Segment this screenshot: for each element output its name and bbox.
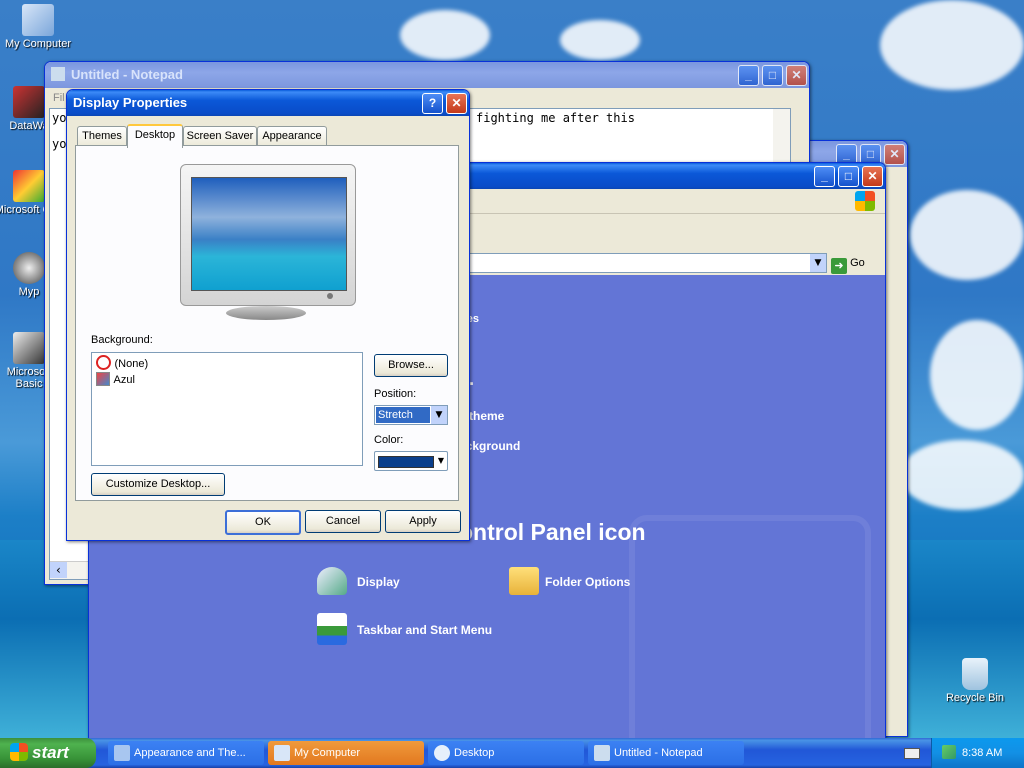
display-properties-dialog[interactable]: Display Properties ? ✕ Themes Desktop Sc… [66,89,470,541]
raccoon-icon [13,252,45,284]
control-panel-icon [114,745,130,761]
taskbar: start Appearance and The... My Computer … [0,738,1024,768]
keyboard-icon[interactable] [904,748,920,759]
maximize-button[interactable]: □ [762,65,783,86]
clock[interactable]: 8:38 AM [962,747,1002,759]
tab-screen-saver[interactable]: Screen Saver [183,126,257,146]
apply-button[interactable]: Apply [385,510,461,533]
cp-item-folder-options[interactable]: Folder Options [509,567,689,597]
notepad-title-bar[interactable]: Untitled - Notepad _ □ ✕ [45,62,809,88]
close-button[interactable]: ✕ [862,166,883,187]
horizontal-scrollbar[interactable]: ‹ [50,561,90,579]
text-line-visible: fighting me after this [476,111,635,125]
app-shortcut-icon [13,86,45,118]
cp-item-display[interactable]: Display [317,567,477,597]
cancel-button[interactable]: Cancel [305,510,381,533]
background-label: Background: [91,334,153,346]
taskbar-icon [317,613,347,645]
scroll-left-arrow-icon[interactable]: ‹ [50,562,67,578]
customize-desktop-button[interactable]: Customize Desktop... [91,473,225,496]
tab-themes[interactable]: Themes [77,126,127,146]
minimize-button[interactable]: _ [814,166,835,187]
minimize-button[interactable]: _ [738,65,759,86]
close-button[interactable]: ✕ [446,93,467,114]
windows-flag-icon [10,743,28,761]
close-button[interactable]: ✕ [786,65,807,86]
wallpaper-preview [191,177,347,291]
folder-icon [509,567,539,595]
no-icon [96,355,111,370]
color-dropdown-icon: ▼ [437,456,444,465]
recycle-bin-icon [962,658,988,690]
browse-button[interactable]: Browse... [374,354,448,377]
list-item[interactable]: Azul [96,372,135,388]
monitor-power-button-icon [327,293,333,299]
dialog-title: Display Properties [73,95,188,110]
cp-item-taskbar-start-menu[interactable]: Taskbar and Start Menu [317,613,537,647]
start-button[interactable]: start [0,738,96,768]
system-tray: 8:38 AM [931,738,1024,768]
windows-logo-icon [855,191,875,211]
position-select[interactable]: Stretch ▼ [374,405,448,425]
tab-appearance[interactable]: Appearance [257,126,327,146]
dialog-title-bar[interactable]: Display Properties ? ✕ [67,90,469,116]
list-item[interactable]: (None) [96,355,148,371]
watermark-icon [629,515,871,738]
computer-icon [274,745,290,761]
window-title: Untitled - Notepad [71,67,183,82]
notepad-app-icon [51,67,65,81]
go-button[interactable]: ➜ Go [831,253,871,274]
network-icon[interactable] [942,745,956,759]
color-label: Color: [374,434,404,446]
monitor-preview [180,164,356,306]
help-button[interactable]: ? [422,93,443,114]
task-my-computer[interactable]: My Computer [268,741,424,765]
task-notepad[interactable]: Untitled - Notepad [588,741,744,765]
go-arrow-icon: ➜ [831,258,847,274]
text-line-2: yo [52,137,67,151]
display-icon [434,745,450,761]
menu-file[interactable]: Fil [53,92,65,104]
visual-cpp-icon [13,170,45,202]
desktop-icon-my-computer[interactable]: My Computer [3,4,73,50]
image-file-icon [96,372,110,386]
color-picker-button[interactable]: ▼ [374,451,448,471]
tab-desktop[interactable]: Desktop [127,124,183,148]
visual-basic-icon [13,332,45,364]
color-swatch [378,456,434,468]
tab-strip: Themes Desktop Screen Saver Appearance [77,124,467,148]
close-button[interactable]: ✕ [884,144,905,165]
maximize-button[interactable]: □ [838,166,859,187]
desktop-icon-recycle-bin[interactable]: Recycle Bin [940,658,1010,704]
text-line-1: yo [52,111,67,125]
ok-button[interactable]: OK [225,510,301,535]
background-list[interactable]: (None) Azul [91,352,363,466]
tab-panel: Background: (None) Azul Browse... Positi… [75,145,459,501]
address-dropdown-icon[interactable]: ▼ [810,254,826,272]
position-label: Position: [374,388,417,400]
monitor-stand [226,306,306,320]
computer-icon [22,4,54,36]
address-input[interactable]: ▼ [469,253,827,273]
chevron-down-icon[interactable]: ▼ [431,406,447,424]
notepad-icon [594,745,610,761]
task-appearance-themes[interactable]: Appearance and The... [108,741,264,765]
pick-icon-header: ontrol Panel icon [459,519,646,545]
display-icon [317,567,347,595]
task-desktop[interactable]: Desktop [428,741,584,765]
